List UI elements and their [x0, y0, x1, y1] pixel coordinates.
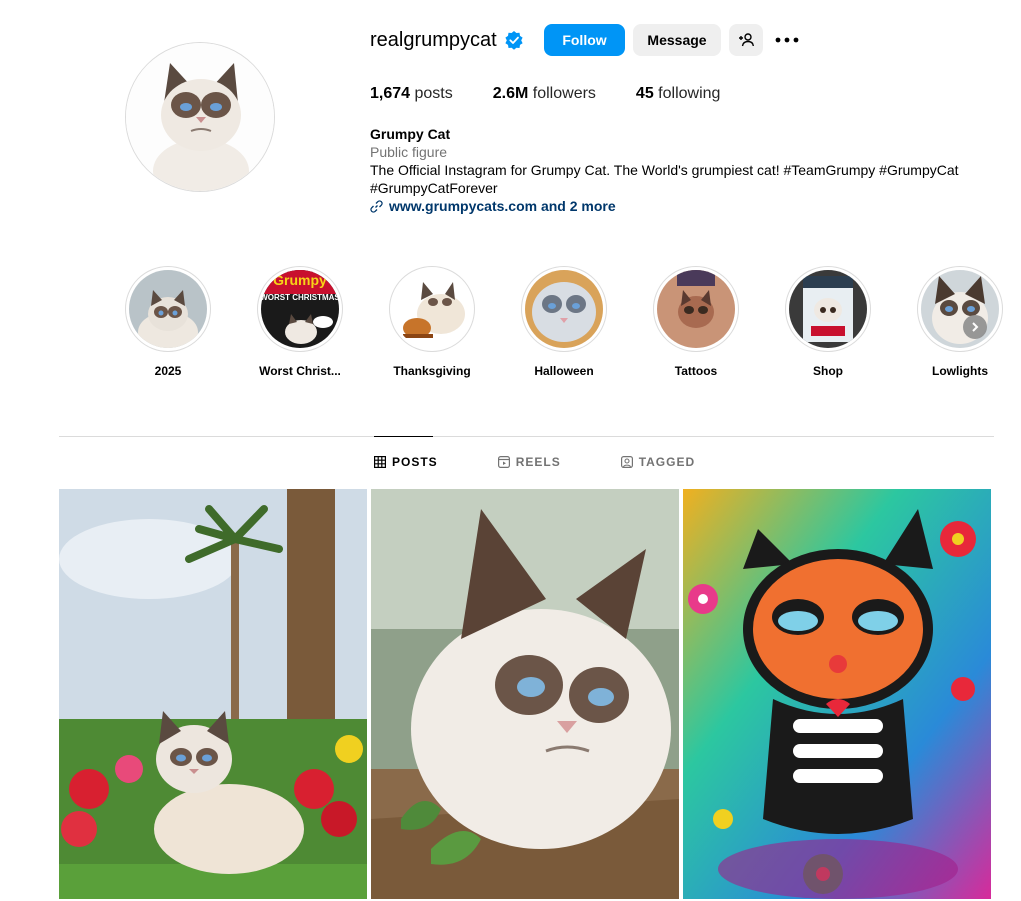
highlight-cover-image [657, 270, 735, 348]
highlight-halloween[interactable]: Halloween [498, 266, 630, 378]
highlight-cover-image: Grumpy WORST CHRISTMAS [261, 270, 339, 348]
grumpy-cat-avatar-image [126, 43, 274, 191]
profile-category: Public figure [370, 144, 448, 160]
profile-link-text: www.grumpycats.com and 2 more [389, 198, 616, 214]
tab-posts-label: POSTS [392, 455, 438, 469]
followers-link[interactable]: 2.6M followers [493, 85, 596, 103]
bio-text-line-2: #GrumpyCatForever [370, 180, 498, 196]
posts-count-label: posts [414, 85, 453, 102]
highlight-ring [785, 266, 871, 352]
posts-count-value: 1,674 [370, 85, 411, 102]
tab-tagged[interactable]: TAGGED [620, 455, 696, 469]
posts-count: 1,674 posts [370, 85, 453, 103]
post-image-closeup [371, 489, 679, 899]
highlight-shop[interactable]: Shop [762, 266, 894, 378]
post-thumbnail[interactable] [683, 489, 991, 899]
follow-button[interactable]: Follow [544, 24, 625, 56]
profile-header: realgrumpycat [370, 24, 524, 56]
tagged-icon [620, 456, 633, 468]
highlight-worst-christmas[interactable]: Grumpy WORST CHRISTMAS Worst Christ... [234, 266, 366, 378]
post-thumbnail[interactable] [371, 489, 679, 899]
highlight-cover-image [789, 270, 867, 348]
post-thumbnail[interactable] [59, 489, 367, 899]
chevron-right-icon [972, 322, 979, 332]
grid-icon [374, 456, 386, 468]
following-count-label: following [658, 85, 721, 102]
tab-reels[interactable]: REELS [497, 455, 561, 469]
profile-stats: 1,674 posts 2.6M followers 45 following [370, 85, 760, 103]
profile-full-name: Grumpy Cat [370, 126, 451, 142]
message-button[interactable]: Message [633, 24, 721, 56]
highlight-label: Lowlights [932, 364, 988, 378]
highlights-next-button[interactable] [963, 315, 987, 339]
followers-count-value: 2.6M [492, 85, 529, 102]
highlight-label: 2025 [154, 364, 182, 378]
highlight-thanksgiving[interactable]: Thanksgiving [366, 266, 498, 378]
highlight-label: Worst Christ... [259, 364, 341, 378]
tab-reels-label: REELS [515, 455, 561, 469]
highlight-ring [389, 266, 475, 352]
story-highlights: 2025 Grumpy WORST CHRISTMAS Worst Christ… [102, 266, 1021, 378]
highlight-ring [125, 266, 211, 352]
post-image-sugar-skull-art [683, 489, 991, 899]
highlight-lowlights[interactable]: Lowlights [894, 266, 1021, 378]
bio-text-line-1: The Official Instagram for Grumpy Cat. T… [370, 162, 959, 178]
tab-tagged-label: TAGGED [638, 455, 696, 469]
highlight-cover-image [921, 270, 999, 348]
followers-count-label: followers [532, 85, 596, 102]
suggested-accounts-button[interactable] [729, 24, 763, 56]
highlight-tattoos[interactable]: Tattoos [630, 266, 762, 378]
highlight-ring [521, 266, 607, 352]
highlight-brand-text: Grumpy [273, 272, 327, 288]
highlight-title-text: WORST CHRISTMAS [261, 293, 339, 302]
profile-link[interactable]: www.grumpycats.com and 2 more [370, 197, 970, 215]
link-icon [370, 199, 383, 213]
profile-avatar[interactable] [125, 42, 275, 192]
following-count-value: 45 [635, 85, 654, 102]
active-tab-indicator [374, 436, 433, 437]
profile-tabs: POSTS REELS TAGGED [374, 455, 755, 469]
add-person-icon [739, 33, 754, 47]
highlight-cover-image [393, 270, 471, 348]
highlight-cover-image [525, 270, 603, 348]
highlight-ring [917, 266, 1003, 352]
highlight-label: Halloween [534, 364, 594, 378]
reels-icon [497, 456, 510, 468]
highlight-cover-image [129, 270, 207, 348]
profile-bio: Grumpy Cat Public figure The Official In… [370, 125, 970, 215]
highlight-label: Thanksgiving [393, 364, 471, 378]
highlight-label: Tattoos [674, 364, 718, 378]
tab-posts[interactable]: POSTS [374, 455, 438, 469]
more-options-icon [775, 37, 799, 43]
post-image-garden [59, 489, 367, 899]
highlight-ring [653, 266, 739, 352]
options-button[interactable] [771, 24, 803, 56]
highlight-ring: Grumpy WORST CHRISTMAS [257, 266, 343, 352]
verified-badge-icon [505, 31, 523, 50]
section-divider [59, 436, 994, 437]
highlight-label: Shop [813, 364, 843, 378]
highlight-2025[interactable]: 2025 [102, 266, 234, 378]
posts-grid [59, 489, 991, 899]
profile-username: realgrumpycat [370, 28, 497, 51]
following-link[interactable]: 45 following [636, 85, 721, 103]
